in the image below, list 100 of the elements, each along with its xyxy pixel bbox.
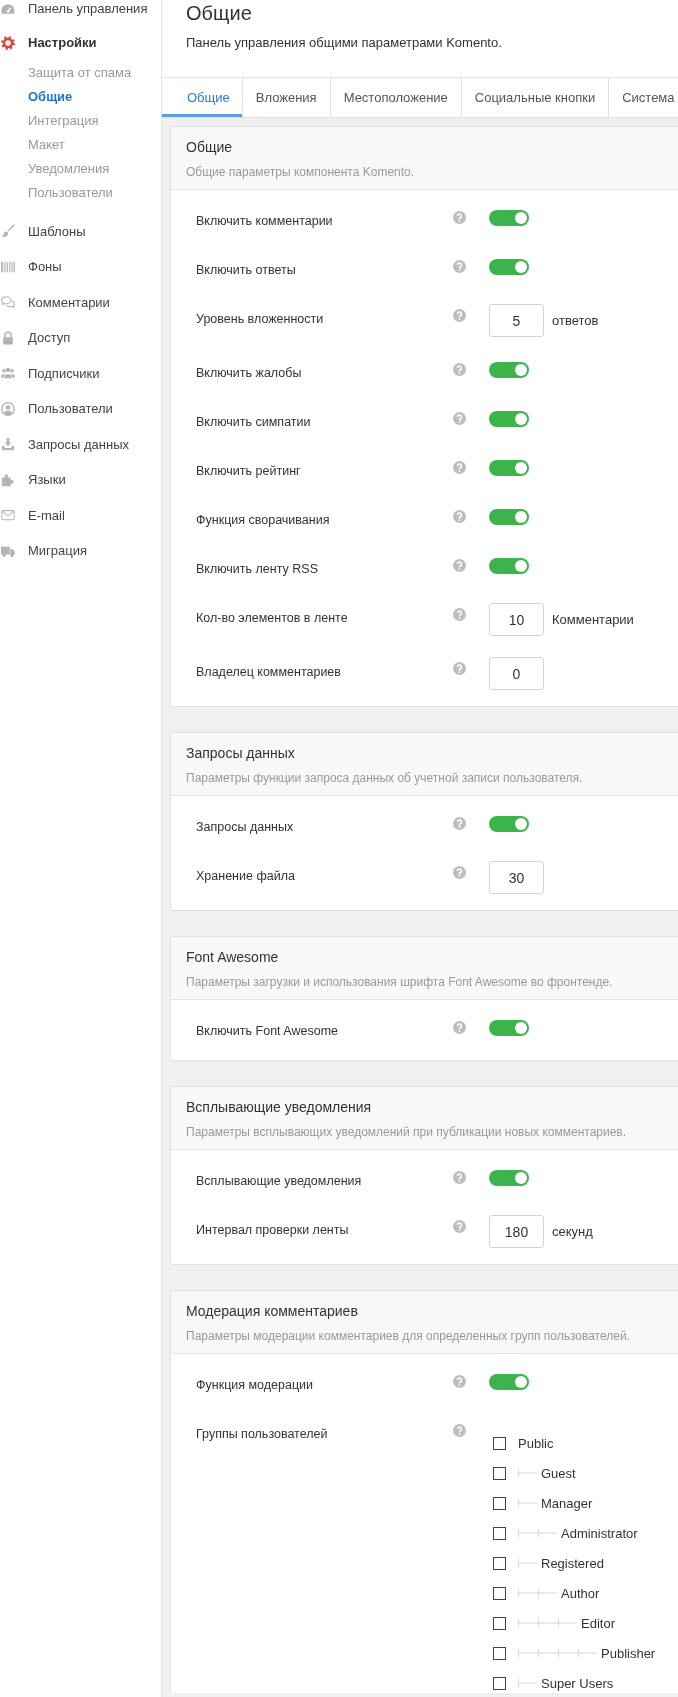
- sidebar-item[interactable]: E-mail: [0, 497, 69, 533]
- page-title: Общие: [186, 1, 253, 25]
- card-title: Модерация комментариев: [186, 1302, 359, 1321]
- setting-label: Группы пользователей: [196, 1426, 329, 1443]
- number-input[interactable]: 30: [489, 861, 544, 894]
- help-icon[interactable]: [453, 1171, 466, 1184]
- help-icon[interactable]: [453, 510, 466, 523]
- help-icon[interactable]: [453, 260, 466, 273]
- card-description: Параметры функции запроса данных об учетной записи пользователя.: [186, 770, 584, 786]
- download-icon: [1, 437, 15, 452]
- toggle-switch[interactable]: [489, 362, 529, 378]
- group-label: Administrator: [561, 1525, 638, 1541]
- sidebar-item[interactable]: Настройки: [0, 25, 101, 61]
- setting-label: Интервал проверки ленты: [196, 1222, 350, 1239]
- tab[interactable]: Общие: [162, 78, 243, 117]
- sidebar-item[interactable]: Доступ: [0, 320, 75, 356]
- card-description: Параметры модерации комментариев для определенных групп пользователей.: [186, 1328, 631, 1344]
- setting-label: Включить комментарии: [196, 213, 334, 230]
- sidebar-item[interactable]: Панель управления: [0, 0, 152, 25]
- checkbox[interactable]: [493, 1586, 506, 1600]
- sidebar-item[interactable]: Комментарии: [0, 284, 114, 320]
- page-description: Панель управления общими параметрами Komento.: [186, 34, 503, 52]
- checkbox[interactable]: [493, 1616, 506, 1630]
- lock-icon: [1, 330, 15, 345]
- help-icon[interactable]: [453, 363, 466, 376]
- group-label: Author: [561, 1585, 600, 1601]
- group-label: Registered: [541, 1555, 604, 1571]
- help-icon[interactable]: [453, 662, 466, 675]
- toggle-switch[interactable]: [489, 558, 529, 574]
- checkbox[interactable]: [493, 1526, 506, 1540]
- puzzle-icon: [1, 472, 15, 487]
- unit-label: секунд: [552, 1223, 593, 1241]
- number-input[interactable]: 0: [489, 657, 544, 690]
- help-icon[interactable]: [453, 412, 466, 425]
- checkbox[interactable]: [493, 1436, 506, 1450]
- checkbox[interactable]: [493, 1646, 506, 1660]
- unit-label: Комментарии: [552, 611, 634, 629]
- toggle-switch[interactable]: [489, 210, 529, 226]
- setting-label: Функция сворачивания: [196, 512, 331, 529]
- help-icon[interactable]: [453, 1220, 466, 1233]
- number-input[interactable]: 5: [489, 304, 544, 337]
- setting-label: Включить Font Awesome: [196, 1023, 339, 1040]
- card-title: Общие: [186, 138, 234, 157]
- tree-line-icon: [518, 1589, 557, 1597]
- checkbox[interactable]: [493, 1496, 506, 1510]
- help-icon[interactable]: [453, 211, 466, 224]
- group-label: Publisher: [601, 1645, 656, 1661]
- sidebar-item[interactable]: Шаблоны: [0, 213, 90, 249]
- user-circle-icon: [1, 401, 15, 416]
- setting-label: Владелец комментариев: [196, 664, 342, 681]
- unit-label: ответов: [552, 312, 599, 330]
- stripes-icon: [1, 259, 15, 274]
- help-icon[interactable]: [453, 1424, 466, 1437]
- gear-icon: [1, 35, 15, 50]
- card-description: Параметры всплывающих уведомлений при публикации новых комментариев.: [186, 1124, 628, 1140]
- help-icon[interactable]: [453, 309, 466, 322]
- setting-label: Включить ответы: [196, 262, 297, 279]
- toggle-switch[interactable]: [489, 509, 529, 525]
- group-label: Guest: [541, 1465, 576, 1481]
- help-icon[interactable]: [453, 608, 466, 621]
- card-description: Общие параметры компонента Komento.: [186, 164, 416, 180]
- tree-line-icon: [518, 1499, 537, 1507]
- checkbox[interactable]: [493, 1466, 506, 1480]
- sidebar-item[interactable]: Фоны: [0, 249, 66, 285]
- number-input[interactable]: 180: [489, 1215, 544, 1248]
- help-icon[interactable]: [453, 1021, 466, 1034]
- toggle-switch[interactable]: [489, 411, 529, 427]
- sidebar-item[interactable]: Подписчики: [0, 355, 104, 391]
- toggle-switch[interactable]: [489, 1170, 529, 1186]
- toggle-switch[interactable]: [489, 1020, 529, 1036]
- checkbox[interactable]: [493, 1556, 506, 1570]
- help-icon[interactable]: [453, 817, 466, 830]
- sidebar-item[interactable]: Языки: [0, 462, 70, 498]
- toggle-switch[interactable]: [489, 1374, 529, 1390]
- setting-label: Кол-во элементов в ленте: [196, 610, 349, 627]
- sidebar-subitem[interactable]: Общие: [28, 84, 73, 109]
- tree-line-icon: [518, 1649, 597, 1657]
- toggle-switch[interactable]: [489, 259, 529, 275]
- tree-line-icon: [518, 1619, 577, 1627]
- toggle-switch[interactable]: [489, 816, 529, 832]
- number-input[interactable]: 10: [489, 603, 544, 636]
- tree-line-icon: [518, 1529, 557, 1537]
- checkbox[interactable]: [493, 1676, 506, 1690]
- toggle-switch[interactable]: [489, 460, 529, 476]
- setting-label: Всплывающие уведомления: [196, 1173, 363, 1190]
- help-icon[interactable]: [453, 559, 466, 572]
- setting-label: Включить симпатии: [196, 414, 312, 431]
- sidebar-item[interactable]: Запросы данных: [0, 426, 134, 462]
- help-icon[interactable]: [453, 866, 466, 879]
- sidebar-item[interactable]: Миграция: [0, 533, 92, 569]
- setting-label: Включить ленту RSS: [196, 561, 319, 578]
- tree-line-icon: [518, 1679, 537, 1687]
- help-icon[interactable]: [453, 1375, 466, 1388]
- help-icon[interactable]: [453, 461, 466, 474]
- sidebar-item[interactable]: Пользователи: [0, 391, 117, 427]
- group-label: Super Users: [541, 1675, 614, 1691]
- card-title: Всплывающие уведомления: [186, 1098, 373, 1117]
- setting-label: Включить рейтинг: [196, 463, 302, 480]
- card-title: Font Awesome: [186, 948, 280, 967]
- card-description: Параметры загрузки и использования шрифта Font Awesome во фронтенде.: [186, 974, 614, 990]
